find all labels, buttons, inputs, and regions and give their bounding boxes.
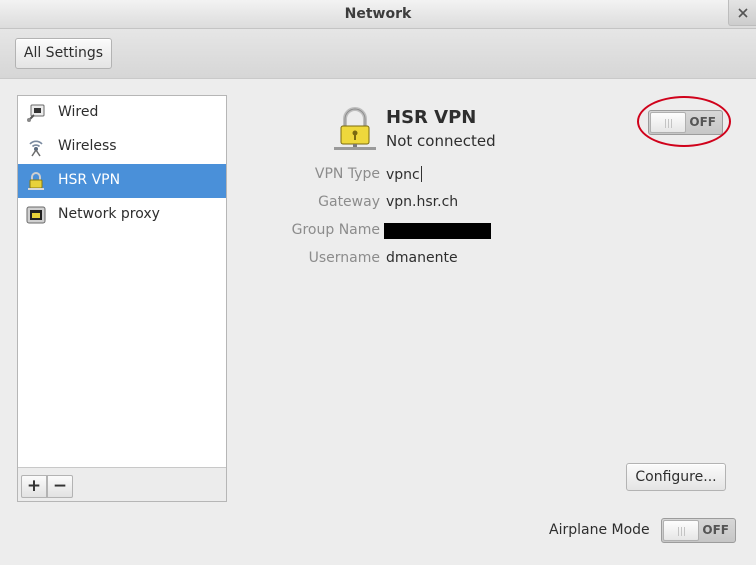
gateway-value: vpn.hsr.ch [386, 194, 459, 210]
airplane-mode-switch[interactable]: OFF [661, 518, 736, 543]
username-value: dmanente [386, 250, 458, 266]
add-connection-button[interactable]: + [21, 475, 47, 498]
switch-state-label: OFF [702, 523, 729, 537]
group-name-label: Group Name [291, 222, 380, 238]
vpn-lock-icon [334, 107, 376, 150]
remove-connection-button[interactable]: − [47, 475, 73, 498]
airplane-mode-label: Airplane Mode [549, 522, 650, 538]
gateway-label: Gateway [318, 194, 380, 210]
vpn-type-value: vpnc [386, 166, 422, 183]
connection-list: Wired Wireless HSR VPN Network proxy + − [17, 95, 227, 502]
sidebar-item-wired[interactable]: Wired [18, 96, 226, 130]
sidebar-item-label: Wired [58, 104, 99, 120]
connection-status: Not connected [386, 132, 496, 150]
wireless-network-icon [29, 140, 43, 157]
group-name-redacted [384, 223, 491, 239]
title-bar: Network [0, 0, 756, 29]
sidebar-item-network-proxy[interactable]: Network proxy [18, 198, 226, 232]
list-toolbar: + − [18, 467, 226, 501]
highlight-circle [637, 96, 731, 147]
all-settings-button[interactable]: All Settings [15, 38, 112, 69]
network-proxy-icon [26, 206, 46, 224]
sidebar-item-hsr-vpn[interactable]: HSR VPN [18, 164, 226, 198]
window-title: Network [344, 6, 412, 22]
sidebar-item-label: HSR VPN [58, 172, 121, 188]
configure-button[interactable]: Configure... [626, 463, 726, 491]
close-icon [738, 8, 748, 18]
sidebar-item-wireless[interactable]: Wireless [18, 130, 226, 164]
text-cursor [420, 166, 422, 182]
switch-knob [663, 520, 699, 541]
sidebar-item-label: Network proxy [58, 206, 160, 222]
toolbar: All Settings [0, 29, 756, 79]
vpn-name: HSR VPN [386, 107, 477, 128]
username-label: Username [308, 250, 380, 266]
wired-network-icon [27, 104, 45, 122]
sidebar-item-label: Wireless [58, 138, 117, 154]
vpn-lock-icon [28, 172, 44, 190]
vpn-type-label: VPN Type [314, 166, 380, 182]
close-button[interactable] [728, 0, 756, 26]
